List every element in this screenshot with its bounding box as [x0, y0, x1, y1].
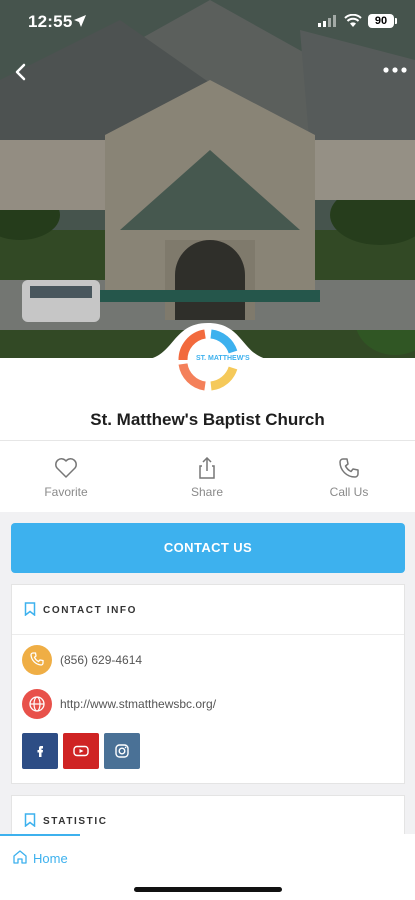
- website-link[interactable]: http://www.stmatthewsbc.org/: [60, 697, 216, 711]
- home-icon: [13, 850, 27, 864]
- back-button[interactable]: [8, 58, 36, 86]
- wifi-icon: [344, 14, 362, 27]
- status-bar: 12:55 90: [0, 0, 415, 44]
- phone-icon: [22, 645, 52, 675]
- bottom-nav: Home: [0, 834, 415, 900]
- call-us-button[interactable]: Call Us: [299, 457, 399, 499]
- instagram-button[interactable]: [104, 733, 140, 769]
- contact-info-card: CONTACT INFO (856) 629-4614 http://www.s…: [11, 584, 405, 784]
- logo-text: ST. MATTHEW'S: [196, 355, 250, 362]
- location-arrow-icon: [74, 15, 86, 27]
- share-icon: [199, 457, 215, 479]
- status-time: 12:55: [28, 12, 73, 31]
- facebook-button[interactable]: [22, 733, 58, 769]
- statistic-heading-text: STATISTIC: [43, 816, 108, 827]
- contact-info-heading-text: CONTACT INFO: [43, 605, 138, 616]
- battery-indicator: 90: [368, 14, 397, 28]
- home-indicator: [134, 887, 282, 892]
- heart-icon: [55, 458, 77, 478]
- hero-image: [0, 0, 415, 360]
- bookmark-icon: [24, 813, 36, 827]
- share-button[interactable]: Share: [157, 457, 257, 499]
- divider: [12, 634, 404, 635]
- call-us-label: Call Us: [329, 485, 369, 499]
- instagram-icon: [115, 744, 129, 758]
- signal-icon: [318, 15, 336, 27]
- more-options-icon[interactable]: [380, 60, 410, 80]
- phone-icon: [339, 458, 359, 478]
- action-row: Favorite Share Call Us: [0, 440, 415, 512]
- share-label: Share: [190, 485, 224, 499]
- home-tab-label: Home: [33, 851, 68, 866]
- page-title: St. Matthew's Baptist Church: [90, 410, 325, 429]
- globe-icon: [22, 689, 52, 719]
- bookmark-icon: [24, 602, 36, 616]
- youtube-icon: [73, 745, 89, 757]
- phone-number: (856) 629-4614: [60, 653, 143, 667]
- church-logo: ST. MATTHEW'S: [0, 318, 415, 398]
- favorite-label: Favorite: [44, 485, 88, 499]
- active-tab-indicator: [0, 834, 80, 836]
- youtube-button[interactable]: [63, 733, 99, 769]
- facebook-icon: [37, 746, 43, 757]
- favorite-button[interactable]: Favorite: [16, 457, 116, 499]
- contact-us-button[interactable]: CONTACT US: [11, 523, 405, 573]
